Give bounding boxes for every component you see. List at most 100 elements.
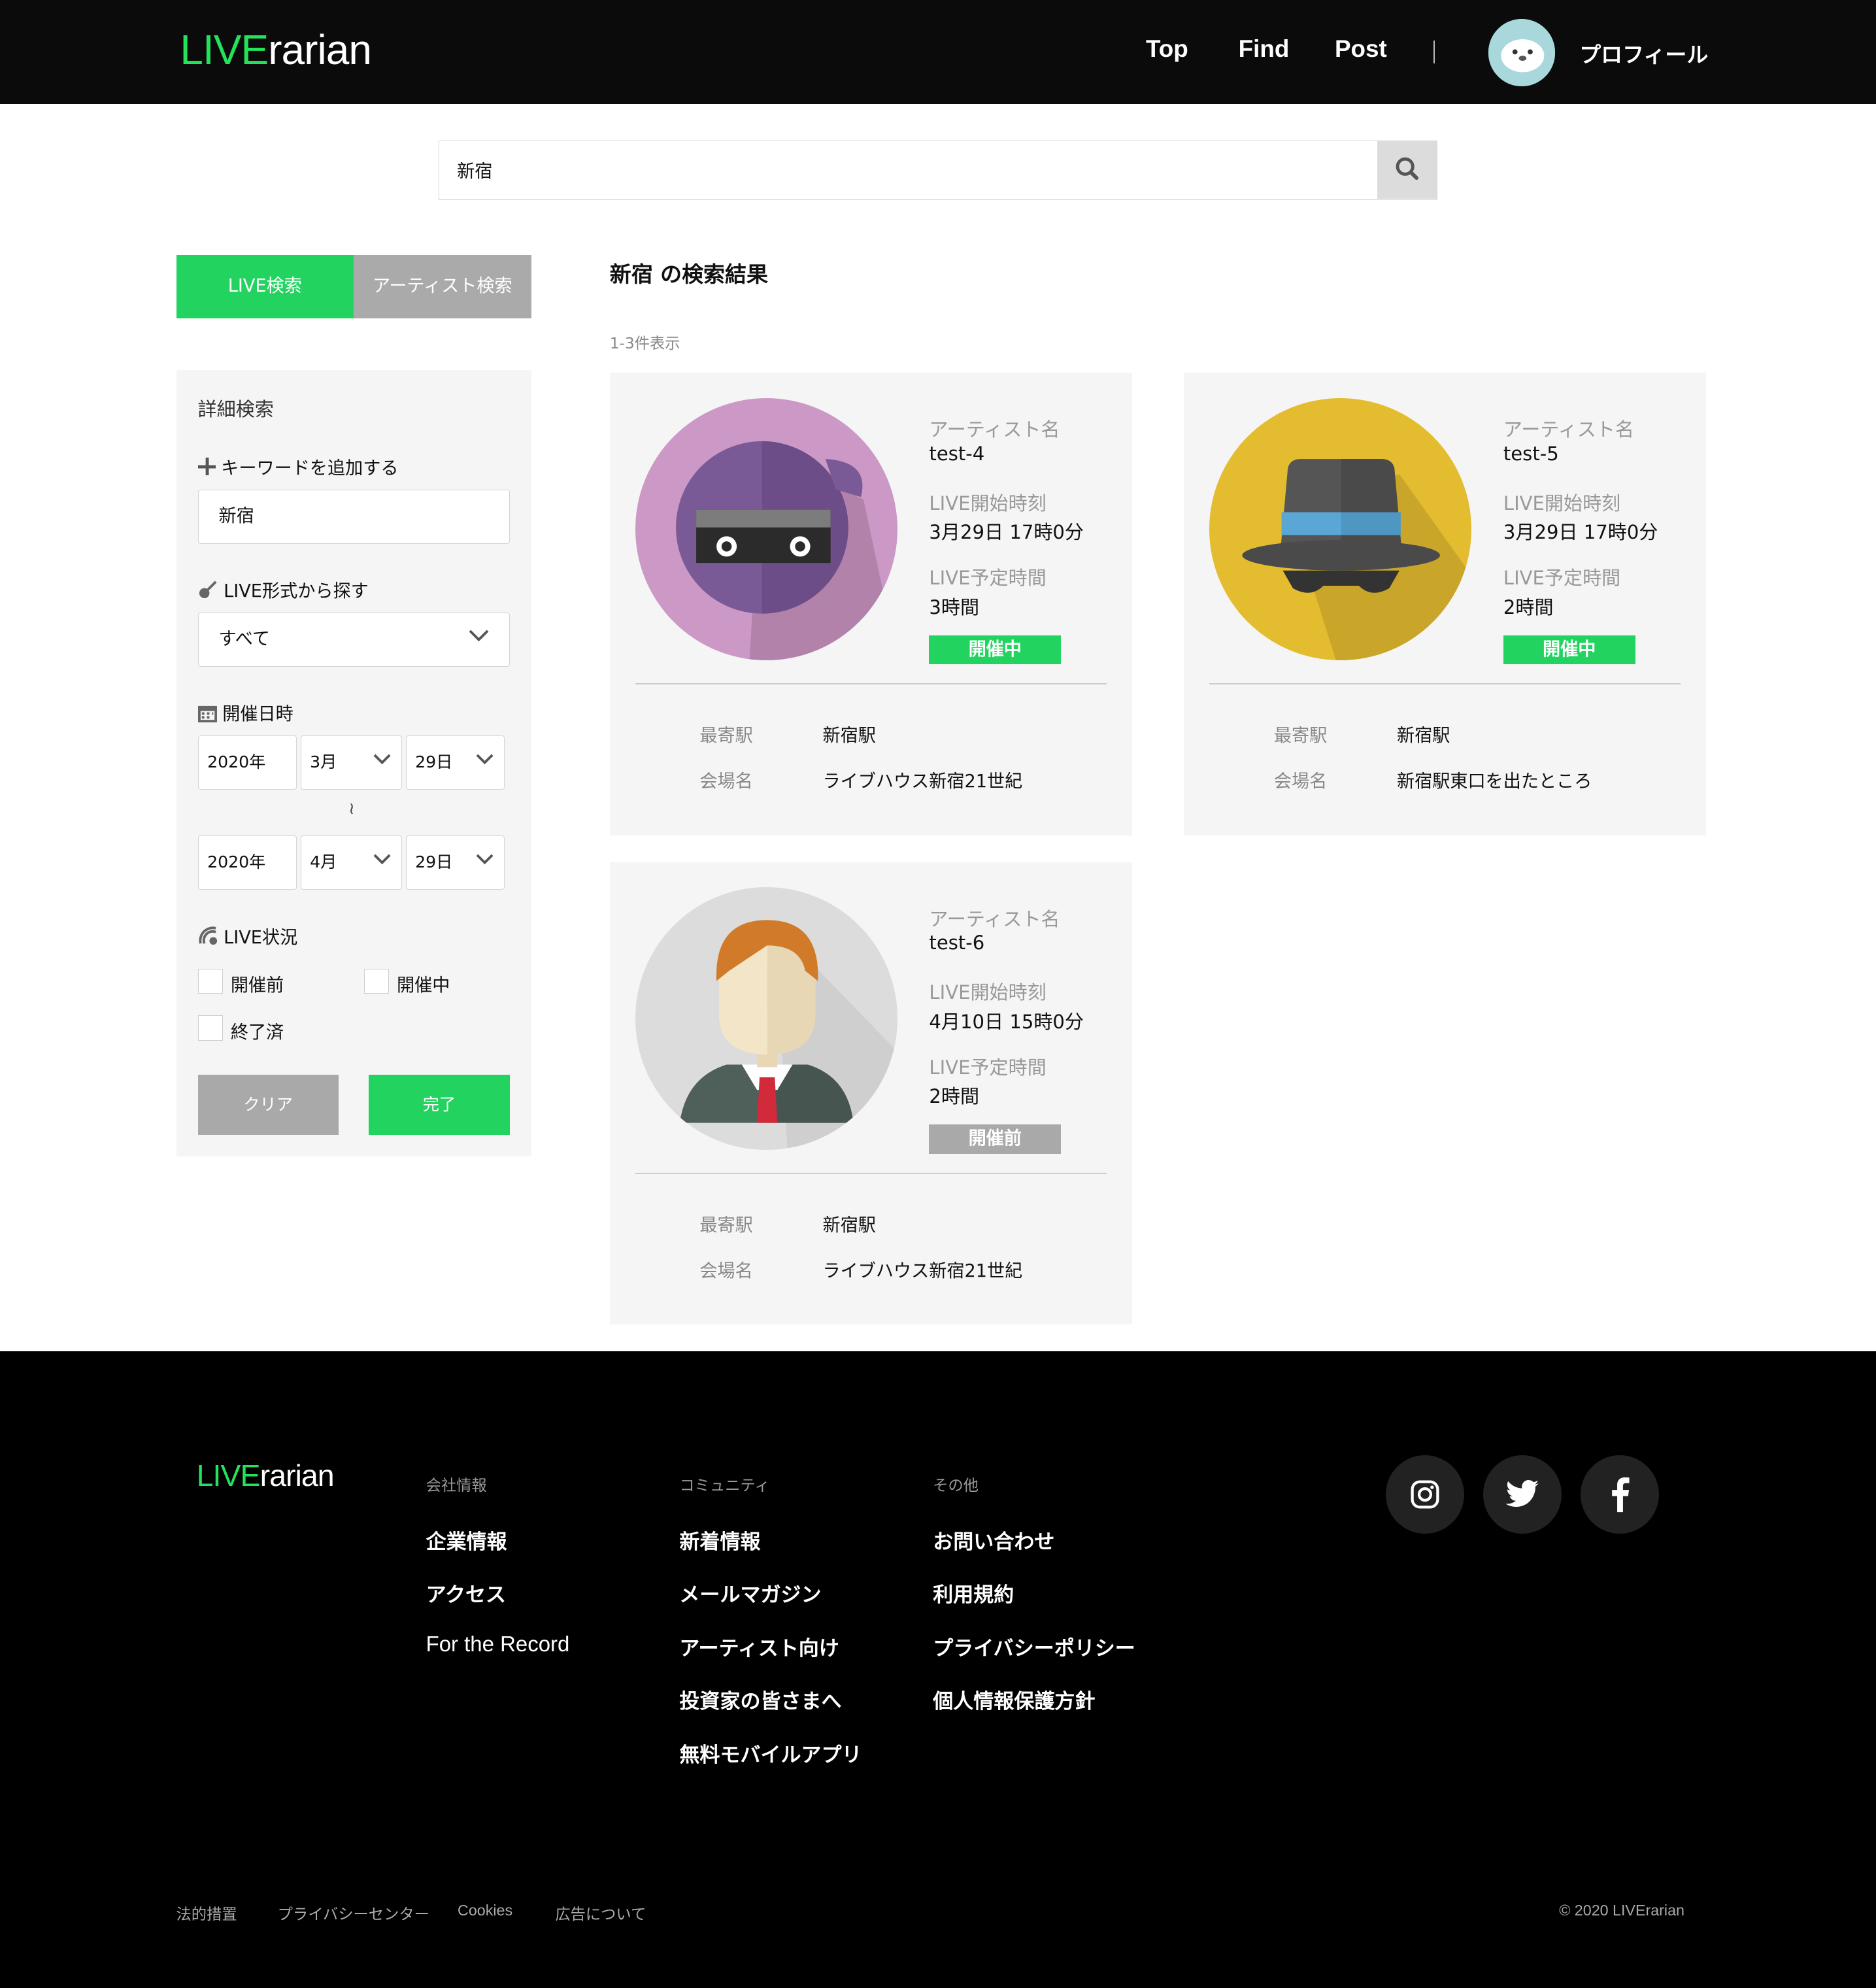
status-before-checkbox[interactable] [197, 968, 224, 994]
venue: ライブハウス新宿21世紀 [822, 771, 1023, 792]
status-badge: 開催中 [1503, 635, 1635, 665]
nav-find-link[interactable]: Find [1239, 35, 1290, 63]
filter-title: 詳細検索 [197, 398, 274, 421]
results-title: 新宿 の検索結果 [609, 261, 768, 287]
footer-link-newsletter[interactable]: メールマガジン [679, 1578, 821, 1608]
from-day-select[interactable]: 29日 [405, 735, 505, 790]
artist-name: test-6 [929, 932, 985, 954]
nav-post-link[interactable]: Post [1335, 35, 1387, 63]
duration: 2時間 [1503, 596, 1554, 618]
footer-cookies-link[interactable]: Cookies [458, 1902, 512, 1919]
from-month-select[interactable]: 3月 [300, 735, 402, 790]
chevron-down-icon [476, 854, 494, 865]
from-year-select[interactable]: 2020年 [197, 735, 297, 790]
chevron-down-icon [373, 754, 391, 765]
venue-label: 会場名 [1273, 771, 1328, 792]
clear-button[interactable]: クリア [197, 1075, 339, 1135]
to-year-select[interactable]: 2020年 [197, 835, 297, 890]
footer-link-contact[interactable]: お問い合わせ [933, 1525, 1054, 1555]
result-card[interactable]: アーティスト名 test-6 LIVE開始時刻 4月10日 15時0分 LIVE… [609, 862, 1132, 1325]
footer-privacy-center-link[interactable]: プライバシーセンター [278, 1902, 429, 1924]
keyword-label[interactable]: キーワードを追加する [197, 454, 399, 479]
facebook-button[interactable] [1581, 1455, 1660, 1534]
footer-col-heading: 会社情報 [426, 1477, 487, 1495]
ninja-avatar-icon [635, 397, 897, 661]
footer-link-investors[interactable]: 投資家の皆さまへ [679, 1685, 841, 1714]
footer-link-personal-info[interactable]: 個人情報保護方針 [933, 1685, 1095, 1714]
footer-link-for-the-record[interactable]: For the Record [426, 1632, 570, 1657]
status-before-label: 開催前 [230, 975, 284, 996]
businessman-avatar-icon [635, 887, 897, 1150]
date-range-separator: ≀ [348, 798, 355, 818]
footer-link-company[interactable]: 企業情報 [426, 1525, 507, 1555]
results-count: 1-3件表示 [609, 335, 680, 353]
copyright: © 2020 LIVErarian [1559, 1901, 1684, 1919]
footer-col-heading: その他 [933, 1477, 979, 1495]
status-badge: 開催前 [929, 1124, 1062, 1154]
calendar-icon [197, 706, 217, 723]
search-bar [438, 141, 1438, 201]
station: 新宿駅 [822, 726, 876, 747]
avatar[interactable] [1488, 19, 1556, 86]
plus-icon [197, 458, 216, 476]
footer-link-mobile-app[interactable]: 無料モバイルアプリ [679, 1738, 862, 1768]
footer-ads-link[interactable]: 広告について [555, 1902, 646, 1924]
artist-name: test-5 [1503, 442, 1559, 465]
chevron-down-icon [476, 754, 494, 765]
venue: ライブハウス新宿21世紀 [822, 1260, 1023, 1281]
duration-label: LIVE予定時間 [929, 566, 1047, 589]
twitter-button[interactable] [1482, 1455, 1562, 1534]
chevron-down-icon [373, 854, 391, 865]
station-label: 最寄駅 [1273, 726, 1328, 747]
status-live-checkbox[interactable] [363, 968, 390, 994]
footer-legal-link[interactable]: 法的措置 [176, 1902, 237, 1924]
date-label: 開催日時 [197, 699, 293, 725]
tab-artist-search[interactable]: アーティスト検索 [354, 254, 531, 318]
artist-name-label: アーティスト名 [929, 418, 1060, 441]
status-live-label: 開催中 [396, 975, 450, 996]
start-time-label: LIVE開始時刻 [929, 981, 1047, 1004]
card-divider [635, 683, 1107, 685]
result-card[interactable]: アーティスト名 test-5 LIVE開始時刻 3月29日 17時0分 LIVE… [1184, 373, 1707, 835]
twitter-icon [1505, 1480, 1539, 1508]
footer-link-for-artists[interactable]: アーティスト向け [679, 1632, 839, 1661]
format-select[interactable]: すべて [197, 612, 510, 667]
artist-name-label: アーティスト名 [1503, 418, 1634, 441]
facebook-icon [1612, 1477, 1630, 1513]
nav-top-link[interactable]: Top [1146, 35, 1188, 63]
seal-avatar-icon [1488, 19, 1556, 86]
artist-name: test-4 [929, 442, 985, 465]
footer-link-access[interactable]: アクセス [426, 1578, 507, 1608]
site-logo[interactable]: LIVErarian [180, 25, 372, 74]
to-month-select[interactable]: 4月 [300, 835, 402, 890]
footer-link-news[interactable]: 新着情報 [679, 1525, 760, 1555]
status-badge: 開催中 [929, 635, 1062, 665]
footer-link-terms[interactable]: 利用規約 [933, 1578, 1014, 1608]
card-divider [635, 1172, 1107, 1174]
venue-label: 会場名 [699, 1260, 753, 1281]
footer: LIVErarian 会社情報 企業情報 アクセス For the Record… [0, 1351, 1876, 1988]
status-ended-checkbox[interactable] [197, 1015, 224, 1041]
done-button[interactable]: 完了 [369, 1075, 510, 1135]
station-label: 最寄駅 [699, 1215, 753, 1236]
instagram-button[interactable] [1385, 1455, 1464, 1534]
footer-logo[interactable]: LIVErarian [197, 1458, 335, 1493]
result-card[interactable]: アーティスト名 test-4 LIVE開始時刻 3月29日 17時0分 LIVE… [609, 373, 1132, 835]
artist-name-label: アーティスト名 [929, 907, 1060, 930]
search-button[interactable] [1377, 141, 1437, 199]
tab-live-search[interactable]: LIVE検索 [176, 254, 354, 318]
station: 新宿駅 [822, 1215, 876, 1236]
header: LIVErarian Top Find Post プロフィール [0, 0, 1876, 104]
station: 新宿駅 [1396, 726, 1450, 747]
to-day-select[interactable]: 29日 [405, 835, 505, 890]
chevron-down-icon [469, 630, 488, 642]
status-label: LIVE状況 [198, 923, 297, 949]
keyword-field[interactable]: 新宿 [197, 489, 510, 544]
footer-link-privacy-policy[interactable]: プライバシーポリシー [933, 1632, 1135, 1661]
format-label: LIVE形式から探す [198, 577, 369, 602]
search-input[interactable] [454, 141, 1367, 199]
profile-link[interactable]: プロフィール [1579, 38, 1708, 69]
start-time: 3月29日 17時0分 [929, 521, 1084, 544]
duration: 3時間 [929, 596, 980, 618]
duration: 2時間 [929, 1085, 980, 1108]
